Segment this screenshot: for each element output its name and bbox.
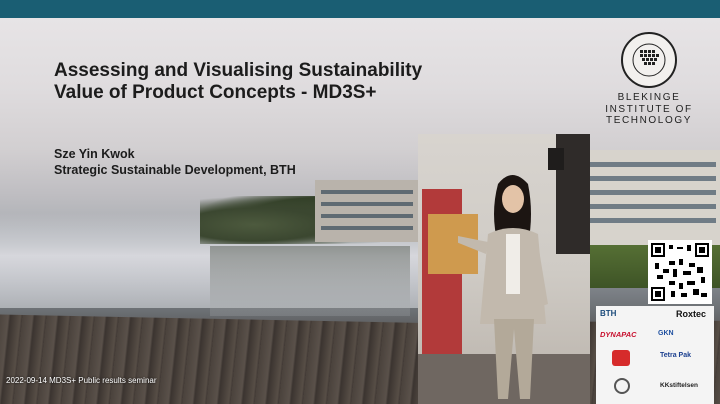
bth-name: BLEKINGE INSTITUTE OF TECHNOLOGY	[604, 92, 694, 127]
title-line-2: Value of Product Concepts - MD3S+	[54, 82, 377, 103]
bth-name-line: BLEKINGE	[617, 92, 681, 103]
sponsor-dynapac: DYNAPAC	[600, 330, 637, 339]
campus-building	[586, 150, 720, 245]
sponsor-red-logo-icon	[612, 350, 630, 366]
water-reflection	[210, 246, 410, 316]
sponsor-volvo-icon	[614, 378, 630, 394]
slide: Assessing and Visualising Sustainability…	[0, 18, 720, 404]
sponsor-logos: BTH Roxtec DYNAPAC GKN Tetra Pak KKstift…	[596, 306, 714, 404]
sponsor-gkn: GKN	[658, 330, 674, 337]
sponsor-roxtec: Roxtec	[676, 309, 707, 319]
bth-seal-icon	[621, 32, 677, 88]
bth-name-line: TECHNOLOGY	[605, 115, 692, 126]
sponsor-kkstiftelsen: KKstiftelsen	[660, 382, 698, 389]
sponsor-bth: BTH	[600, 309, 617, 318]
building-background	[315, 180, 420, 242]
bth-logo: BLEKINGE INSTITUTE OF TECHNOLOGY	[604, 30, 694, 150]
author-name: Sze Yin Kwok	[54, 147, 135, 161]
top-bar	[0, 0, 720, 18]
sponsor-tetra-pak: Tetra Pak	[660, 352, 691, 359]
presenter-photo	[418, 134, 590, 404]
presenter-figure	[458, 175, 548, 399]
author-affiliation: Strategic Sustainable Development, BTH	[54, 163, 296, 177]
slide-title: Assessing and Visualising Sustainability…	[54, 60, 524, 104]
title-line-1: Assessing and Visualising Sustainability	[54, 60, 423, 81]
bth-name-line: INSTITUTE OF	[605, 103, 693, 115]
footer-caption: 2022-09-14 MD3S+ Public results seminar	[6, 376, 157, 385]
qr-code-icon	[648, 240, 712, 304]
